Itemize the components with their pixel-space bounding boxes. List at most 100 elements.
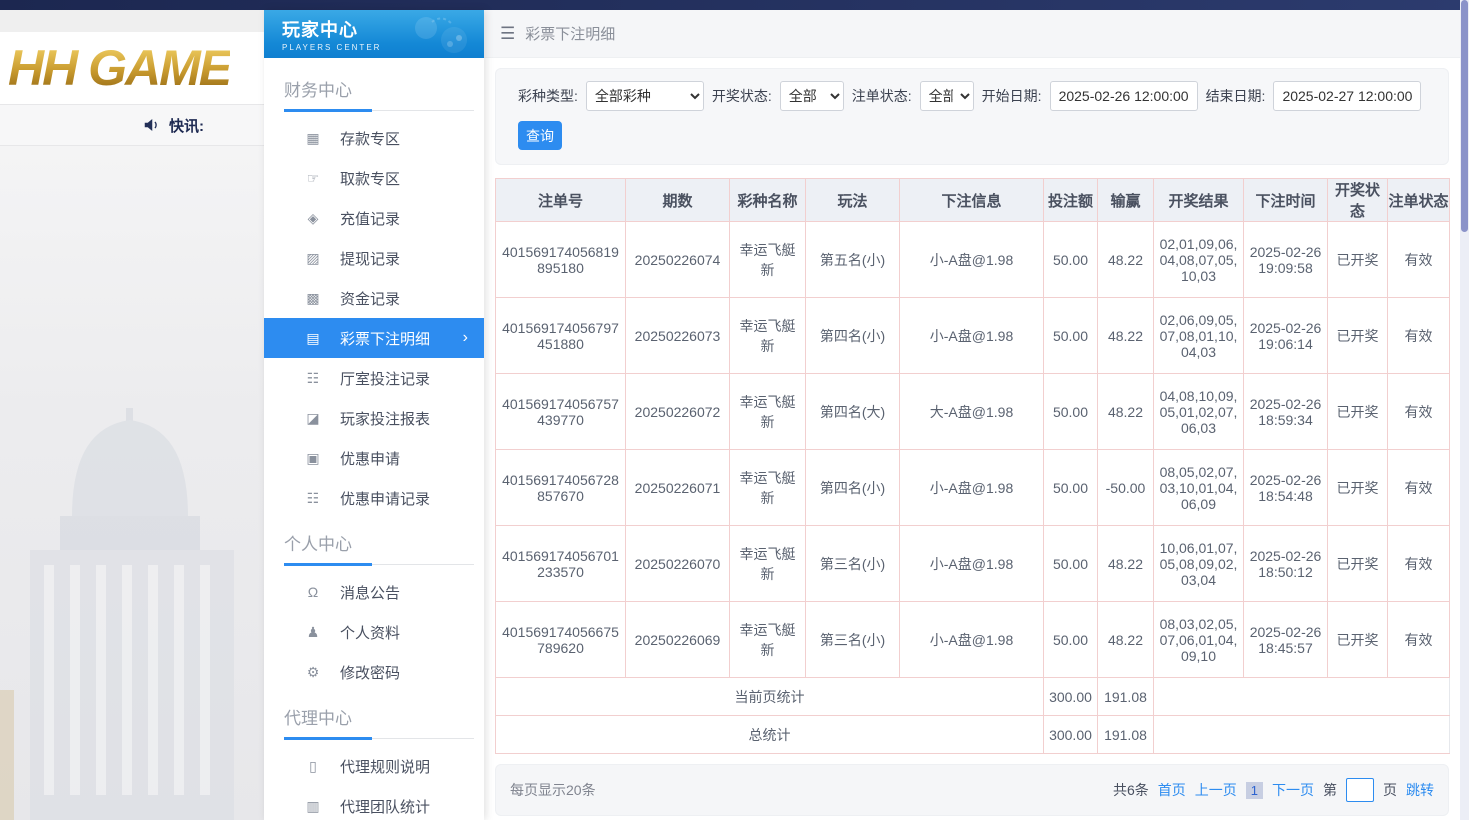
table-cell: 已开奖 xyxy=(1328,222,1388,298)
chevron-right-icon: › xyxy=(463,330,468,346)
pagination-controls: 共6条 首页 上一页 1 下一页 第 页 跳转 xyxy=(1113,778,1434,802)
bank-card-icon: ▦ xyxy=(304,130,322,147)
sidebar-item-recharge-records[interactable]: ◈充值记录 xyxy=(264,198,484,238)
sidebar-item-change-password[interactable]: ⚙修改密码 xyxy=(264,652,484,692)
column-header: 玩法 xyxy=(806,179,900,222)
table-cell: 401569174056797451880 xyxy=(496,298,626,374)
first-page-link[interactable]: 首页 xyxy=(1158,780,1186,800)
sidebar-item-label: 代理规则说明 xyxy=(340,756,430,777)
sidebar-item-withdrawal-records[interactable]: ▨提现记录 xyxy=(264,238,484,278)
end-date-input[interactable] xyxy=(1273,81,1421,111)
column-header: 注单状态 xyxy=(1388,179,1450,222)
column-header: 注单号 xyxy=(496,179,626,222)
table-cell: 幸运飞艇新 xyxy=(730,222,806,298)
sidebar: 玩家中心 PLAYERS CENTER 财务中心▦存款专区☞取款专区◈充值记录▨… xyxy=(264,10,484,820)
table-row: 40156917405681989518020250226074幸运飞艇新第五名… xyxy=(496,222,1450,298)
search-button[interactable]: 查询 xyxy=(518,121,562,150)
draw-status-select[interactable]: 全部 xyxy=(780,81,844,111)
column-header: 投注额 xyxy=(1044,179,1098,222)
start-date-input[interactable] xyxy=(1050,81,1198,111)
sidebar-item-agent-team-stats[interactable]: ▥代理团队统计 xyxy=(264,786,484,820)
table-cell: 小-A盘@1.98 xyxy=(900,222,1044,298)
table-cell: 已开奖 xyxy=(1328,298,1388,374)
table-cell: 48.22 xyxy=(1098,526,1154,602)
sidebar-item-hall-bet-records[interactable]: ☷厅室投注记录 xyxy=(264,358,484,398)
sidebar-item-promo-apply-records[interactable]: ☷ 优惠申请记录 xyxy=(264,478,484,518)
background-page: HH GAME 快讯: xyxy=(0,10,264,820)
column-header: 输赢 xyxy=(1098,179,1154,222)
table-cell: 有效 xyxy=(1388,222,1450,298)
table-row: 40156917405672885767020250226071幸运飞艇新第四名… xyxy=(496,450,1450,526)
section-underline xyxy=(264,737,484,740)
sidebar-item-label: 厅室投注记录 xyxy=(340,368,430,389)
sidebar-item-profile[interactable]: ♟个人资料 xyxy=(264,612,484,652)
table-row: 40156917405670123357020250226070幸运飞艇新第三名… xyxy=(496,526,1450,602)
list-icon: ☷ xyxy=(304,490,322,507)
jump-suffix-label: 页 xyxy=(1383,780,1397,800)
column-header: 下注时间 xyxy=(1244,179,1328,222)
news-label: 快讯: xyxy=(169,115,204,136)
document-icon: ▯ xyxy=(304,758,322,775)
sidebar-item-label: 代理团队统计 xyxy=(340,796,430,817)
filter-panel: 彩种类型: 全部彩种 开奖状态: 全部 注单状态: 全部 开始日期: 结束日期: xyxy=(495,68,1449,165)
table-cell: 大-A盘@1.98 xyxy=(900,374,1044,450)
page-jump-input[interactable] xyxy=(1346,778,1374,802)
current-page-badge[interactable]: 1 xyxy=(1246,782,1263,799)
speaker-icon xyxy=(142,116,161,134)
sidebar-sections: 财务中心▦存款专区☞取款专区◈充值记录▨提现记录▩资金记录▤彩票下注明细›☷厅室… xyxy=(264,58,484,820)
sidebar-item-label: 充值记录 xyxy=(340,208,400,229)
sidebar-item-label: 提现记录 xyxy=(340,248,400,269)
table-cell: 第四名(小) xyxy=(806,298,900,374)
page-size-text: 每页显示20条 xyxy=(510,780,596,800)
table-cell: -50.00 xyxy=(1098,450,1154,526)
table-cell: 20250226069 xyxy=(626,602,730,678)
table-cell: 50.00 xyxy=(1044,374,1098,450)
person-icon: ♟ xyxy=(304,624,322,641)
news-ticker-bar: 快讯: xyxy=(0,104,264,146)
sidebar-item-promo-apply[interactable]: ▣优惠申请 xyxy=(264,438,484,478)
draw-status-label: 开奖状态: xyxy=(712,86,772,106)
order-status-select[interactable]: 全部 xyxy=(920,81,974,111)
hand-money-icon: ☞ xyxy=(304,170,322,187)
section-label: 财务中心 xyxy=(264,64,484,109)
sidebar-item-lottery-bet-details[interactable]: ▤彩票下注明细› xyxy=(264,318,484,358)
table-cell: 第五名(小) xyxy=(806,222,900,298)
prev-page-link[interactable]: 上一页 xyxy=(1195,780,1237,800)
column-header: 下注信息 xyxy=(900,179,1044,222)
next-page-link[interactable]: 下一页 xyxy=(1272,780,1314,800)
column-header: 彩种名称 xyxy=(730,179,806,222)
table-cell: 08,05,02,07,03,10,01,04,06,09 xyxy=(1154,450,1244,526)
table-cell: 401569174056675789620 xyxy=(496,602,626,678)
column-header: 开奖状态 xyxy=(1328,179,1388,222)
sidebar-item-announcements[interactable]: Ω 消息公告 xyxy=(264,572,484,612)
sidebar-item-agent-rules[interactable]: ▯ 代理规则说明 xyxy=(264,746,484,786)
page-header: ☰ 彩票下注明细 xyxy=(484,10,1460,58)
scrollbar-thumb[interactable] xyxy=(1461,0,1468,232)
bell-icon: Ω xyxy=(304,584,322,600)
jump-button[interactable]: 跳转 xyxy=(1406,780,1434,800)
sidebar-item-label: 取款专区 xyxy=(340,168,400,189)
browser-scrollbar[interactable] xyxy=(1460,0,1469,820)
table-cell: 20250226074 xyxy=(626,222,730,298)
table-cell: 20250226071 xyxy=(626,450,730,526)
capitol-photo xyxy=(0,146,264,820)
sidebar-item-label: 优惠申请记录 xyxy=(340,488,430,509)
sidebar-item-withdraw-zone[interactable]: ☞ 取款专区 xyxy=(264,158,484,198)
table-cell: 50.00 xyxy=(1044,526,1098,602)
sidebar-item-label: 消息公告 xyxy=(340,582,400,603)
table-cell: 小-A盘@1.98 xyxy=(900,450,1044,526)
gamepad-icon xyxy=(404,14,474,58)
sidebar-item-label: 玩家投注报表 xyxy=(340,408,430,429)
background-strip xyxy=(0,10,264,32)
table-cell: 小-A盘@1.98 xyxy=(900,526,1044,602)
page-summary-bet-total: 300.00 xyxy=(1044,678,1098,716)
section-label: 代理中心 xyxy=(264,692,484,737)
hamburger-icon[interactable]: ☰ xyxy=(500,24,515,44)
table-cell: 401569174056819895180 xyxy=(496,222,626,298)
total-count-text: 共6条 xyxy=(1113,780,1149,800)
sidebar-item-player-bet-report[interactable]: ◪玩家投注报表 xyxy=(264,398,484,438)
lottery-type-select[interactable]: 全部彩种 xyxy=(586,81,704,111)
sidebar-item-deposit-zone[interactable]: ▦存款专区 xyxy=(264,118,484,158)
sidebar-item-funds-records[interactable]: ▩资金记录 xyxy=(264,278,484,318)
page-summary-empty xyxy=(1154,678,1450,716)
